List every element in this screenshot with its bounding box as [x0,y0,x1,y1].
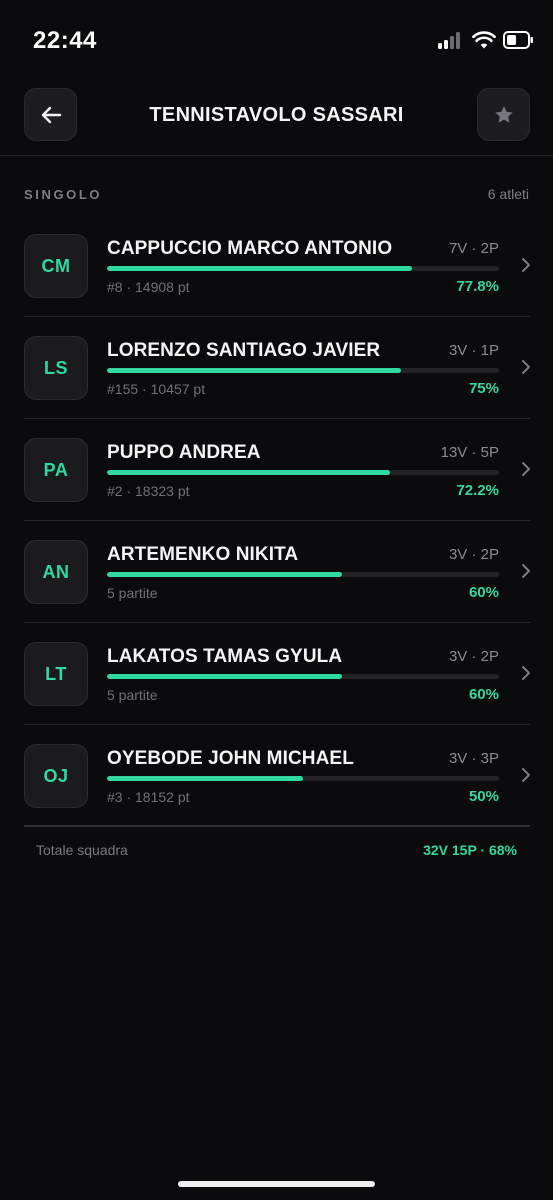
win-rate-bar-fill [107,572,343,577]
cellular-signal-icon [438,31,464,49]
chevron-right-icon [522,360,530,374]
player-name: PUPPO ANDREA [107,442,261,463]
player-row[interactable]: CM CAPPUCCIO MARCO ANTONIO 7V · 2P #8 · … [24,215,530,317]
win-percentage: 77.8% [456,278,499,295]
win-rate-bar [107,470,499,475]
player-record: 3V · 3P [448,750,499,767]
player-record: 3V · 2P [448,648,499,665]
player-meta: #8 · 14908 pt [107,279,190,295]
player-avatar: CM [24,234,88,298]
player-meta: #3 · 18152 pt [107,789,190,805]
section-title: SINGOLO [24,187,103,202]
player-row[interactable]: AN ARTEMENKO NIKITA 3V · 2P 5 partite 60… [24,521,530,623]
win-rate-bar-fill [107,674,343,679]
player-avatar: LS [24,336,88,400]
player-name: OYEBODE JOHN MICHAEL [107,748,354,769]
player-row[interactable]: OJ OYEBODE JOHN MICHAEL 3V · 3P #3 · 181… [24,725,530,827]
player-name: LAKATOS TAMAS GYULA [107,646,343,667]
status-bar: 22:44 [0,0,553,80]
win-rate-bar [107,674,499,679]
win-rate-bar [107,572,499,577]
win-rate-bar [107,368,499,373]
star-icon [494,105,513,123]
team-total-value: 32V 15P · 68% [423,842,517,858]
win-rate-bar [107,776,499,781]
win-rate-bar-fill [107,776,303,781]
win-rate-bar-fill [107,470,391,475]
win-percentage: 60% [468,584,499,601]
chevron-right-icon [522,768,530,782]
home-indicator [178,1181,375,1187]
win-rate-bar-fill [107,368,401,373]
player-avatar: LT [24,642,88,706]
player-row[interactable]: LS LORENZO SANTIAGO JAVIER 3V · 1P #155 … [24,317,530,419]
player-avatar: AN [24,540,88,604]
win-percentage: 75% [468,380,499,397]
player-list: CM CAPPUCCIO MARCO ANTONIO 7V · 2P #8 · … [0,215,553,827]
player-avatar: OJ [24,744,88,808]
chevron-right-icon [522,258,530,272]
player-row[interactable]: LT LAKATOS TAMAS GYULA 3V · 2P 5 partite… [24,623,530,725]
wifi-icon [472,31,496,49]
player-record: 13V · 5P [440,444,499,461]
page-title: TENNISTAVOLO SASSARI [149,104,404,126]
chevron-right-icon [522,666,530,680]
win-rate-bar [107,266,499,271]
header: TENNISTAVOLO SASSARI [0,85,553,155]
player-name: CAPPUCCIO MARCO ANTONIO [107,238,393,259]
athlete-count: 6 atleti [487,186,529,202]
player-meta: 5 partite [107,687,158,703]
player-meta: #2 · 18323 pt [107,483,190,499]
player-row[interactable]: PA PUPPO ANDREA 13V · 5P #2 · 18323 pt 7… [24,419,530,521]
chevron-right-icon [522,564,530,578]
favorite-button[interactable] [477,88,530,141]
player-record: 7V · 2P [448,240,499,257]
win-percentage: 60% [468,686,499,703]
player-meta: 5 partite [107,585,158,601]
player-record: 3V · 1P [448,342,499,359]
status-time: 22:44 [33,27,97,54]
win-percentage: 50% [468,788,499,805]
player-name: ARTEMENKO NIKITA [107,544,299,565]
player-name: LORENZO SANTIAGO JAVIER [107,340,381,361]
header-divider [0,155,553,156]
player-record: 3V · 2P [448,546,499,563]
chevron-right-icon [522,462,530,476]
player-avatar: PA [24,438,88,502]
player-meta: #155 · 10457 pt [107,381,206,397]
win-rate-bar-fill [107,266,412,271]
win-percentage: 72.2% [456,482,499,499]
team-total-label: Totale squadra [36,842,128,858]
battery-icon [503,31,533,49]
